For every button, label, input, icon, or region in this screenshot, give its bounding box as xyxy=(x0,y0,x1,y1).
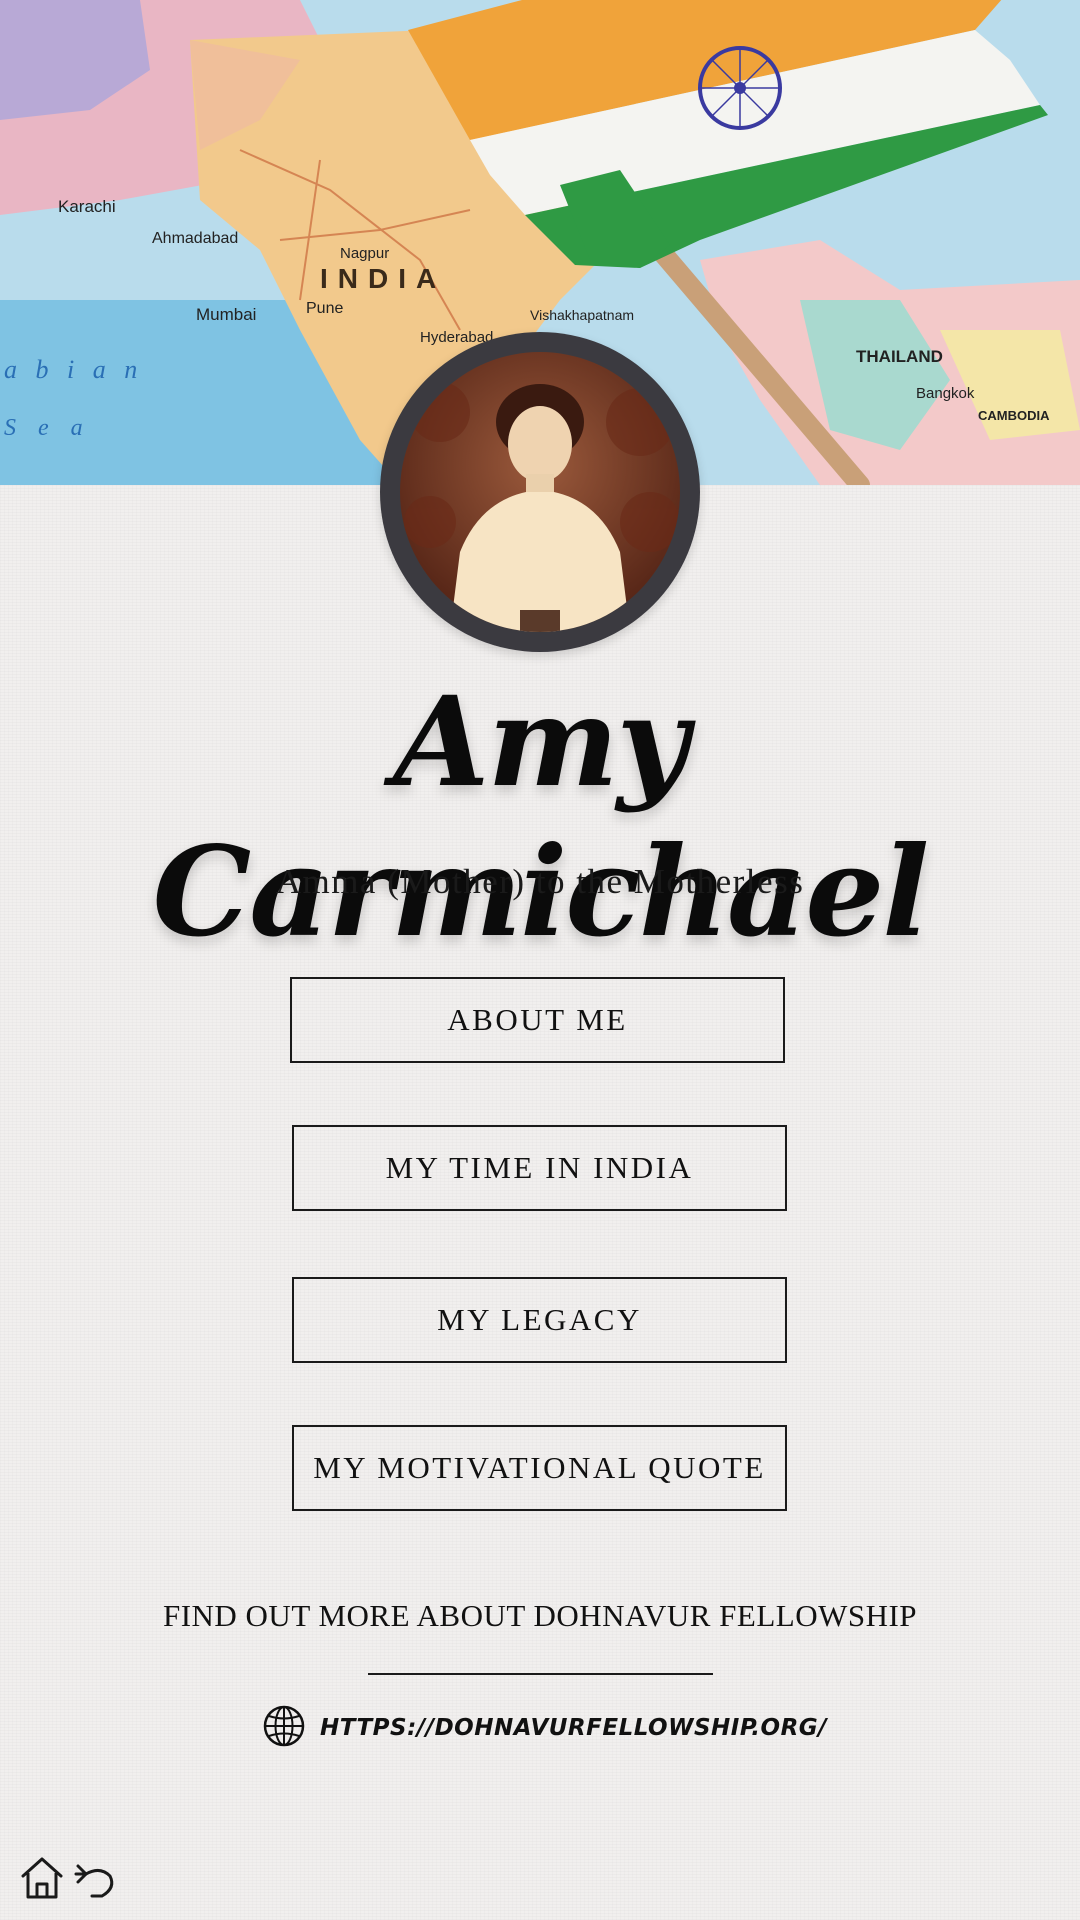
map-label-bangkok: Bangkok xyxy=(916,385,975,402)
map-label-nagpur: Nagpur xyxy=(340,245,389,262)
globe-icon xyxy=(262,1704,306,1753)
map-label-cambodia: CAMBODIA xyxy=(978,408,1050,423)
map-label-mumbai: Mumbai xyxy=(196,305,256,324)
my-legacy-button[interactable]: MY LEGACY xyxy=(292,1277,787,1363)
website-url[interactable]: HTTPS://DOHNAVURFELLOWSHIP.ORG/ xyxy=(320,1715,827,1741)
map-label-pune: Pune xyxy=(306,300,343,317)
divider xyxy=(368,1673,713,1675)
my-motivational-quote-button[interactable]: MY MOTIVATIONAL QUOTE xyxy=(292,1425,787,1511)
my-time-in-india-button[interactable]: MY TIME IN INDIA xyxy=(292,1125,787,1211)
map-label-arabian: a b i a n xyxy=(4,355,143,384)
portrait-photo xyxy=(400,352,680,632)
page-title: Amy Carmichael xyxy=(152,670,930,965)
map-label-karachi: Karachi xyxy=(58,197,116,216)
map-label-india: INDIA xyxy=(320,263,446,294)
avatar xyxy=(380,332,700,652)
website-link[interactable]: HTTPS://DOHNAVURFELLOWSHIP.ORG/ xyxy=(262,1704,827,1752)
map-label-visakhapatnam: Vishakhapatnam xyxy=(530,307,634,323)
tagline: Amma (Mother) to the Motherless xyxy=(275,862,805,901)
home-icon[interactable] xyxy=(18,1854,66,1902)
back-arrow-icon[interactable] xyxy=(72,1854,120,1902)
map-label-ahmadabad: Ahmadabad xyxy=(152,230,238,247)
map-label-sea: S e a xyxy=(4,415,91,441)
find-out-more-heading: FIND OUT MORE ABOUT DOHNAVUR FELLOWSHIP xyxy=(162,1598,918,1633)
map-label-thailand: THAILAND xyxy=(856,347,943,366)
about-me-button[interactable]: ABOUT ME xyxy=(290,977,785,1063)
